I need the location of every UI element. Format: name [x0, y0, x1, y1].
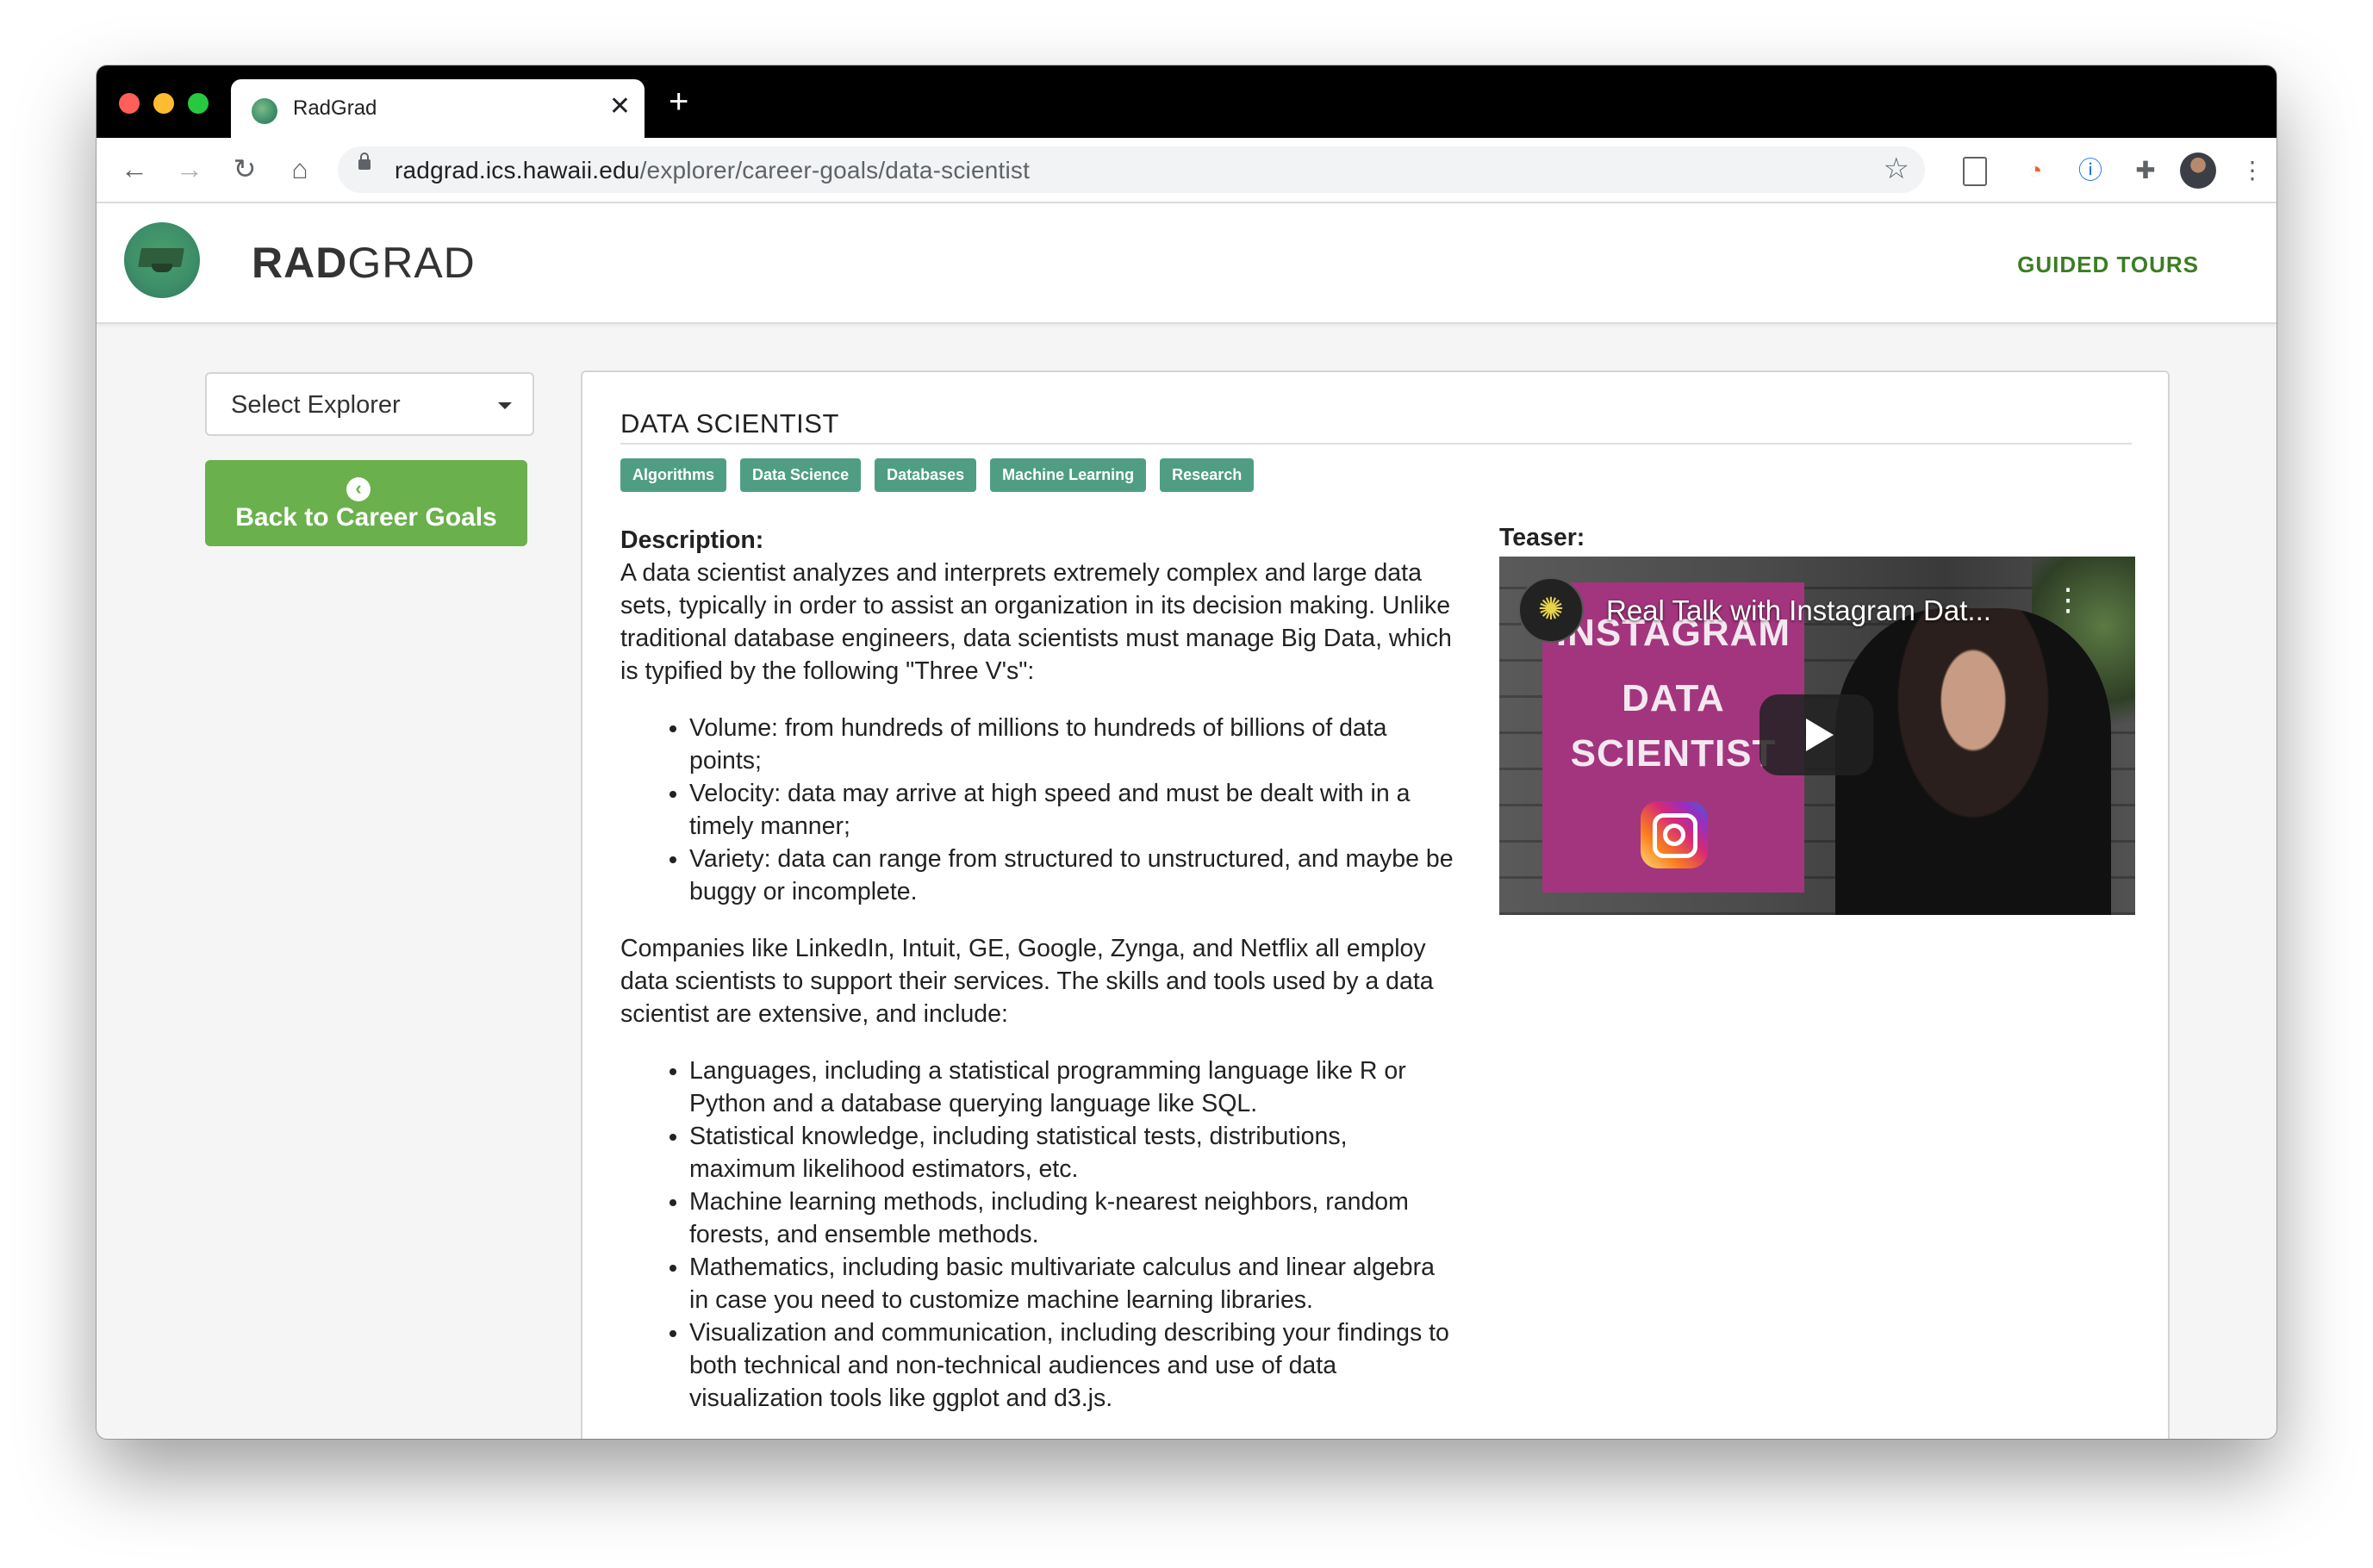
title-bar: RadGrad ✕ +: [97, 65, 2276, 138]
browser-tab[interactable]: RadGrad ✕: [231, 79, 645, 138]
favicon-icon: [252, 98, 277, 124]
document-extension-icon[interactable]: [1963, 157, 1987, 186]
instagram-icon: [1641, 801, 1708, 868]
three-vs-list: Volume: from hundreds of millions to hun…: [620, 712, 1456, 908]
url-text: radgrad.ics.hawaii.edu/explorer/career-g…: [395, 157, 1030, 184]
guided-tours-link[interactable]: GUIDED TOURS: [2017, 252, 2199, 278]
description-section: Description: A data scientist analyzes a…: [620, 524, 1456, 1439]
tab-title: RadGrad: [293, 96, 377, 120]
password-manager-icon[interactable]: ⓘ: [2073, 153, 2108, 188]
minimize-window-button[interactable]: [153, 93, 174, 114]
back-button-label: Back to Career Goals: [235, 503, 497, 532]
select-explorer-label: Select Explorer: [231, 391, 401, 419]
list-item: Machine learning methods, including k-ne…: [689, 1185, 1456, 1251]
teaser-heading: Teaser:: [1499, 524, 1585, 551]
caret-down-icon: [498, 402, 512, 409]
browser-toolbar: ← → ↻ ⌂ radgrad.ics.hawaii.edu/explorer/…: [97, 138, 2276, 203]
close-window-button[interactable]: [119, 93, 140, 114]
career-goal-title: DATA SCIENTIST: [620, 408, 839, 439]
brand-rest: GRAD: [347, 239, 476, 287]
select-explorer-dropdown[interactable]: Select Explorer: [205, 372, 534, 436]
new-tab-icon[interactable]: +: [669, 83, 688, 121]
tag-machine-learning[interactable]: Machine Learning: [990, 458, 1147, 492]
video-title[interactable]: Real Talk with Instagram Dat...: [1606, 594, 1991, 627]
back-arrow-icon[interactable]: ←: [115, 150, 153, 188]
graduation-cap-base: [152, 264, 172, 272]
play-icon[interactable]: [1760, 694, 1873, 775]
video-menu-icon[interactable]: ⋮: [2052, 584, 2083, 615]
chevron-left-circle-icon: ‹: [346, 477, 371, 501]
tag-databases[interactable]: Databases: [875, 458, 977, 492]
list-item: Languages, including a statistical progr…: [689, 1055, 1456, 1120]
skills-list: Languages, including a statistical progr…: [620, 1055, 1456, 1415]
browser-window: RadGrad ✕ + ← → ↻ ⌂ radgrad.ics.hawaii.e…: [97, 65, 2276, 1439]
url-path: /explorer/career-goals/data-scientist: [639, 157, 1031, 184]
video-thumbnail-person: [1835, 608, 2111, 915]
zoom-window-button[interactable]: [188, 93, 209, 114]
description-heading: Description:: [620, 526, 764, 554]
tag-data-science[interactable]: Data Science: [740, 458, 862, 492]
brand-name[interactable]: RADGRAD: [252, 238, 476, 288]
rss-extension-icon[interactable]: ◔: [2018, 153, 2052, 188]
close-tab-icon[interactable]: ✕: [609, 91, 631, 121]
reload-icon[interactable]: ↻: [226, 150, 264, 188]
site-header: RADGRAD GUIDED TOURS: [97, 203, 2276, 324]
address-bar[interactable]: radgrad.ics.hawaii.edu/explorer/career-g…: [338, 146, 1925, 193]
extensions-puzzle-icon[interactable]: ✚: [2128, 153, 2163, 188]
forward-arrow-icon[interactable]: →: [171, 150, 209, 188]
browser-menu-icon[interactable]: ⋮: [2235, 153, 2270, 188]
lock-icon: [358, 152, 371, 170]
channel-avatar-icon[interactable]: ✺: [1518, 577, 1584, 643]
companies-paragraph: Companies like LinkedIn, Intuit, GE, Goo…: [620, 935, 1434, 1028]
radgrad-logo[interactable]: [124, 222, 200, 298]
brand-bold: RAD: [252, 239, 348, 287]
tag-algorithms[interactable]: Algorithms: [620, 458, 727, 492]
title-divider: [620, 443, 2132, 445]
list-item: Variety: data can range from structured …: [689, 843, 1456, 908]
home-icon[interactable]: ⌂: [281, 150, 319, 188]
list-item: Mathematics, including basic multivariat…: [689, 1251, 1456, 1316]
bookmark-star-icon[interactable]: ☆: [1884, 152, 1909, 186]
profile-avatar[interactable]: [2180, 152, 2216, 189]
back-to-career-goals-button[interactable]: ‹ Back to Career Goals: [205, 460, 527, 546]
career-goal-card: DATA SCIENTIST Algorithms Data Science D…: [581, 370, 2170, 1439]
teaser-video-player[interactable]: INSTAGRAM DATA SCIENTIST ✺ Real Talk wit…: [1499, 557, 2135, 915]
url-host: radgrad.ics.hawaii.edu: [395, 157, 640, 184]
description-intro: A data scientist analyzes and interprets…: [620, 559, 1452, 685]
list-item: Statistical knowledge, including statist…: [689, 1120, 1456, 1185]
list-item: Volume: from hundreds of millions to hun…: [689, 712, 1456, 777]
interest-tags: Algorithms Data Science Databases Machin…: [620, 458, 1255, 492]
tag-research[interactable]: Research: [1160, 458, 1255, 492]
list-item: Velocity: data may arrive at high speed …: [689, 777, 1456, 843]
list-item: Visualization and communication, includi…: [689, 1316, 1456, 1415]
